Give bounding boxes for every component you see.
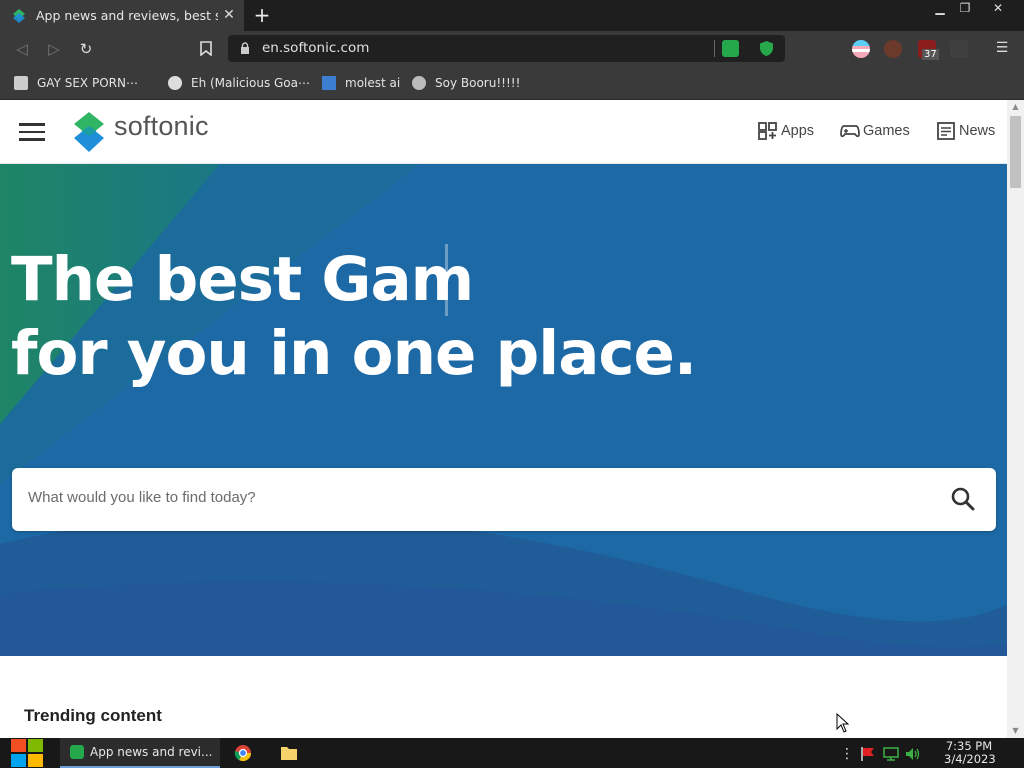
nav-games-label: Games xyxy=(863,123,910,139)
bookmark-item[interactable]: GAY SEX PORN⋯ xyxy=(14,74,138,92)
hero-headline-line2: for you in one place. xyxy=(11,318,697,389)
bookmark-favicon-1 xyxy=(14,76,28,90)
bookmark-icon[interactable] xyxy=(200,41,212,56)
taskbar: App news and revi... ⋮ 7:35 PM 3/4/2023 xyxy=(0,738,1024,768)
browser-tab-strip: App news and reviews, best sof ✕ + ▁ ❐ ✕ xyxy=(0,0,1024,31)
screen: App news and reviews, best sof ✕ + ▁ ❐ ✕… xyxy=(0,0,1024,768)
shield-icon[interactable] xyxy=(758,40,775,57)
menu-icon[interactable]: ☰ xyxy=(994,40,1010,56)
volume-icon[interactable] xyxy=(905,746,921,762)
nav-apps[interactable]: Apps xyxy=(758,122,814,140)
bookmarks-bar: GAY SEX PORN⋯ Eh (Malicious Goa⋯ molest … xyxy=(0,66,1024,100)
apps-grid-icon xyxy=(758,122,777,140)
nav-news-label: News xyxy=(959,123,996,139)
lock-icon xyxy=(241,42,249,54)
scroll-up-icon[interactable]: ▲ xyxy=(1007,100,1024,114)
tray-overflow-icon[interactable]: ⋮ xyxy=(840,746,854,762)
window-close-icon[interactable]: ✕ xyxy=(983,0,1013,18)
tab-close-icon[interactable]: ✕ xyxy=(222,8,236,22)
bookmark-label: Soy Booru!!!!! xyxy=(435,76,521,90)
nav-news[interactable]: News xyxy=(936,122,995,140)
flag-extension-icon[interactable] xyxy=(852,40,870,58)
softonic-logo-icon[interactable] xyxy=(72,112,106,152)
bookmark-favicon-4 xyxy=(412,76,426,90)
text-caret xyxy=(445,244,448,316)
page-viewport: softonic Apps Games News The best Gam fo… xyxy=(0,100,1007,738)
taskbar-window-label: App news and revi... xyxy=(90,745,213,759)
bookmark-item[interactable]: Eh (Malicious Goa⋯ xyxy=(168,74,310,92)
speech-extension-icon[interactable] xyxy=(722,40,739,57)
globe-icon xyxy=(168,76,182,90)
bookmark-item[interactable]: Soy Booru!!!!! xyxy=(412,74,520,92)
extension-badge: 37 xyxy=(922,49,939,60)
extension-icon[interactable] xyxy=(950,40,968,58)
browser-toolbar: ◁ ▷ ↻ en.softonic.com 37 ☰ xyxy=(0,31,1024,66)
back-icon[interactable]: ◁ xyxy=(12,39,32,59)
reload-icon[interactable]: ↻ xyxy=(76,39,96,59)
scroll-down-icon[interactable]: ▼ xyxy=(1007,724,1024,738)
hamburger-menu-icon[interactable] xyxy=(19,123,45,141)
page-scrollbar[interactable]: ▲ ▼ xyxy=(1007,100,1024,738)
restore-icon[interactable]: ❐ xyxy=(950,0,980,18)
site-logo-text[interactable]: softonic xyxy=(114,111,209,142)
scroll-thumb[interactable] xyxy=(1010,116,1021,188)
flag-tray-icon[interactable] xyxy=(860,746,876,762)
search-box xyxy=(12,468,996,531)
bookmark-label: GAY SEX PORN⋯ xyxy=(37,76,138,90)
chrome-icon[interactable] xyxy=(234,744,252,762)
url-text: en.softonic.com xyxy=(262,40,370,56)
address-bar[interactable]: en.softonic.com xyxy=(228,35,785,62)
tab-title: App news and reviews, best sof xyxy=(36,8,218,23)
trending-heading: Trending content xyxy=(24,706,162,725)
search-icon[interactable] xyxy=(950,486,976,512)
nav-apps-label: Apps xyxy=(781,123,815,139)
taskbar-browser-window[interactable]: App news and revi... xyxy=(60,738,220,768)
new-tab-button[interactable]: + xyxy=(252,5,272,25)
forward-icon[interactable]: ▷ xyxy=(44,39,64,59)
network-icon[interactable] xyxy=(883,746,899,762)
hero-headline-line1: The best Gam xyxy=(11,244,474,315)
bookmark-item[interactable]: molest ai xyxy=(322,74,400,92)
system-clock[interactable]: 7:35 PM 3/4/2023 xyxy=(944,740,996,766)
site-header: softonic Apps Games News xyxy=(0,100,1007,164)
hero-banner: The best Gam for you in one place. xyxy=(0,164,1007,656)
avatar-extension-icon[interactable] xyxy=(884,40,902,58)
news-icon xyxy=(937,122,955,140)
gamepad-icon xyxy=(840,125,860,138)
bookmark-label: molest ai xyxy=(345,76,401,90)
hero-background xyxy=(0,164,1007,656)
mouse-pointer-icon xyxy=(836,713,850,733)
speech-app-icon xyxy=(70,745,84,759)
nav-games[interactable]: Games xyxy=(840,122,910,140)
browser-tab-active[interactable]: App news and reviews, best sof ✕ xyxy=(0,0,244,31)
softonic-favicon-icon xyxy=(13,8,25,23)
windows-start-icon[interactable] xyxy=(9,738,45,768)
bookmark-favicon-3 xyxy=(322,76,336,90)
folder-icon[interactable] xyxy=(281,745,297,760)
bookmark-label: Eh (Malicious Goa⋯ xyxy=(191,76,310,90)
clock-date: 3/4/2023 xyxy=(944,752,996,766)
search-input[interactable] xyxy=(28,489,908,506)
